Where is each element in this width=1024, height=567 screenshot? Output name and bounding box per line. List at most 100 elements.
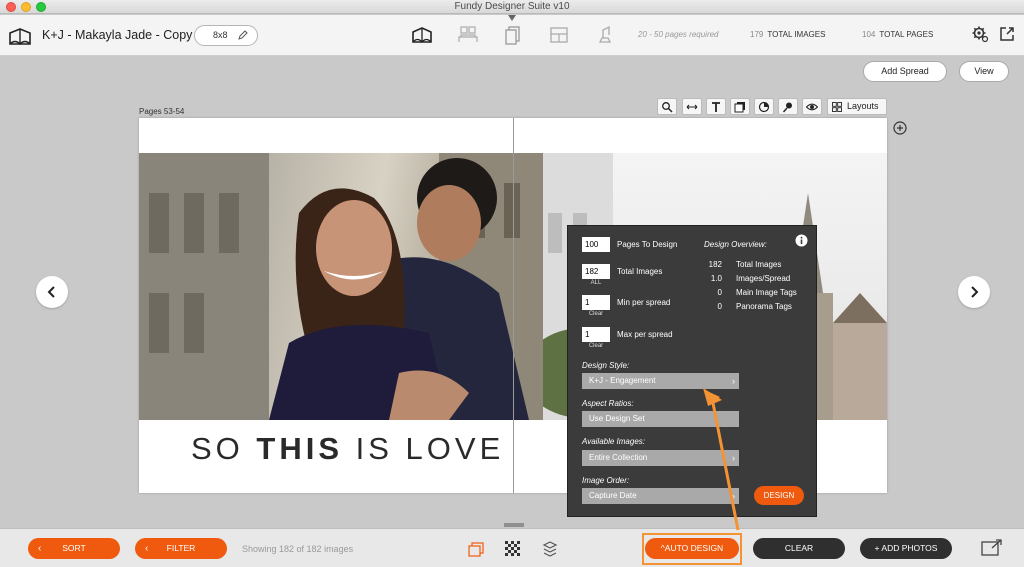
next-spread-button[interactable] <box>958 276 990 308</box>
view-button[interactable]: View <box>959 61 1009 82</box>
overview-value: 182 <box>708 260 722 269</box>
filter-label: FILTER <box>166 543 196 553</box>
chevron-left-icon: ‹ <box>38 543 42 554</box>
layout-mode-icon[interactable] <box>548 24 570 46</box>
total-images-label: TOTAL IMAGES <box>767 30 826 39</box>
spread-width-tool-button[interactable] <box>682 98 702 115</box>
chevron-left-icon: ‹ <box>145 543 149 554</box>
design-style-value: K+J - Engagement <box>589 376 656 385</box>
layouts-label: Layouts <box>847 101 879 111</box>
min-per-spread-label: Min per spread <box>617 298 671 307</box>
album-size-value: 8x8 <box>213 30 228 40</box>
active-mode-indicator <box>508 15 516 21</box>
total-pages-label: TOTAL PAGES <box>879 30 934 39</box>
pages-required-note: 20 - 50 pages required <box>638 30 719 39</box>
sort-label: SORT <box>62 543 86 553</box>
overview-value: 1.0 <box>710 274 722 283</box>
album-logo-icon[interactable] <box>8 25 32 47</box>
info-icon[interactable] <box>795 234 808 247</box>
image-order-value: Capture Date <box>589 491 637 500</box>
card-mode-icon[interactable] <box>502 24 524 46</box>
pencil-icon <box>238 30 248 40</box>
magnifier-icon <box>662 102 673 113</box>
total-images-input[interactable]: 182 <box>582 264 610 279</box>
overview-label: Main Image Tags <box>736 288 797 297</box>
max-clear-link[interactable]: Clear <box>582 343 610 349</box>
image-order-select[interactable]: Capture Date › <box>582 488 739 504</box>
available-images-label: Available Images: <box>582 437 645 446</box>
wall-art-mode-icon[interactable] <box>457 24 479 46</box>
aspect-ratios-value: Use Design Set <box>589 414 645 423</box>
horizontal-arrows-icon <box>686 104 698 110</box>
grid-view-icon[interactable] <box>504 540 522 558</box>
color-wheel-icon <box>758 101 770 113</box>
pin-icon <box>782 102 792 113</box>
total-images-input-label: Total Images <box>617 267 663 276</box>
layers-stack-icon[interactable] <box>541 540 559 558</box>
spread-spine <box>513 118 514 493</box>
available-images-select[interactable]: Entire Collection › <box>582 450 739 466</box>
window-title: Fundy Designer Suite v10 <box>454 1 570 12</box>
layouts-button[interactable]: Layouts <box>827 98 887 115</box>
caption-part-1: SO <box>191 431 257 466</box>
aspect-ratios-label: Aspect Ratios: <box>582 399 634 408</box>
sort-button[interactable]: ‹ SORT <box>28 538 120 559</box>
window-titlebar: Fundy Designer Suite v10 <box>0 0 1024 14</box>
text-t-icon <box>712 102 720 112</box>
shadow-tool-button[interactable] <box>730 98 750 115</box>
design-style-select[interactable]: K+J - Engagement › <box>582 373 739 389</box>
auto-design-highlight <box>642 533 742 565</box>
clear-button[interactable]: CLEAR <box>753 538 845 559</box>
auto-design-panel: 100 Pages To Design 182 ALL Total Images… <box>567 225 817 517</box>
couple-photo-illustration <box>139 153 544 420</box>
add-page-plus-icon[interactable] <box>893 121 907 135</box>
overview-label: Images/Spread <box>736 274 791 283</box>
spread-caption[interactable]: SO THIS IS LOVE <box>191 431 504 467</box>
total-pages-stat: 104 TOTAL PAGES <box>862 30 933 39</box>
total-images-count: 179 <box>750 30 764 39</box>
design-button[interactable]: DESIGN <box>754 486 804 505</box>
blog-mode-icon[interactable] <box>594 24 616 46</box>
album-mode-icon[interactable] <box>411 24 433 46</box>
add-spread-button[interactable]: Add Spread <box>863 61 947 82</box>
chevron-right-icon: › <box>732 376 735 386</box>
text-tool-button[interactable] <box>706 98 726 115</box>
export-share-icon[interactable] <box>998 25 1016 43</box>
pages-to-design-label: Pages To Design <box>617 240 678 249</box>
top-toolbar: K+J - Makayla Jade - Copy 8x8 20 - 50 pa… <box>0 15 1024 56</box>
aspect-ratios-select[interactable]: Use Design Set <box>582 411 739 427</box>
overview-value: 0 <box>717 288 722 297</box>
eye-icon <box>806 103 818 111</box>
max-per-spread-label: Max per spread <box>617 330 673 339</box>
stacked-photos-icon[interactable] <box>467 540 485 558</box>
overview-label: Total Images <box>736 260 782 269</box>
layers-icon <box>734 102 745 113</box>
fullscreen-expand-icon[interactable] <box>981 538 1003 558</box>
project-name[interactable]: K+J - Makayla Jade - Copy <box>42 28 192 42</box>
overview-label: Panorama Tags <box>736 302 792 311</box>
total-images-all-link[interactable]: ALL <box>582 280 610 286</box>
filter-button[interactable]: ‹ FILTER <box>135 538 227 559</box>
chevron-right-icon: › <box>732 453 735 463</box>
min-clear-link[interactable]: Clear <box>582 311 610 317</box>
design-style-label: Design Style: <box>582 361 630 370</box>
preview-tool-button[interactable] <box>802 98 822 115</box>
pin-tool-button[interactable] <box>778 98 798 115</box>
album-size-pill[interactable]: 8x8 <box>194 25 258 46</box>
pages-to-design-input[interactable]: 100 <box>582 237 610 252</box>
drag-handle-icon[interactable] <box>504 523 524 527</box>
total-images-stat: 179 TOTAL IMAGES <box>750 30 825 39</box>
max-per-spread-input[interactable]: 1 <box>582 327 610 342</box>
previous-spread-button[interactable] <box>36 276 68 308</box>
caption-bold-word: THIS <box>256 431 344 466</box>
add-photos-button[interactable]: + ADD PHOTOS <box>860 538 952 559</box>
settings-gear-icon[interactable] <box>971 25 989 43</box>
chevron-left-icon <box>47 286 55 298</box>
caption-part-2: IS LOVE <box>343 431 505 466</box>
color-tool-button[interactable] <box>754 98 774 115</box>
grid-icon <box>832 102 842 112</box>
min-per-spread-input[interactable]: 1 <box>582 295 610 310</box>
zoom-tool-button[interactable] <box>657 98 677 115</box>
couple-photo[interactable] <box>139 153 544 420</box>
design-overview-title: Design Overview: <box>704 240 767 249</box>
